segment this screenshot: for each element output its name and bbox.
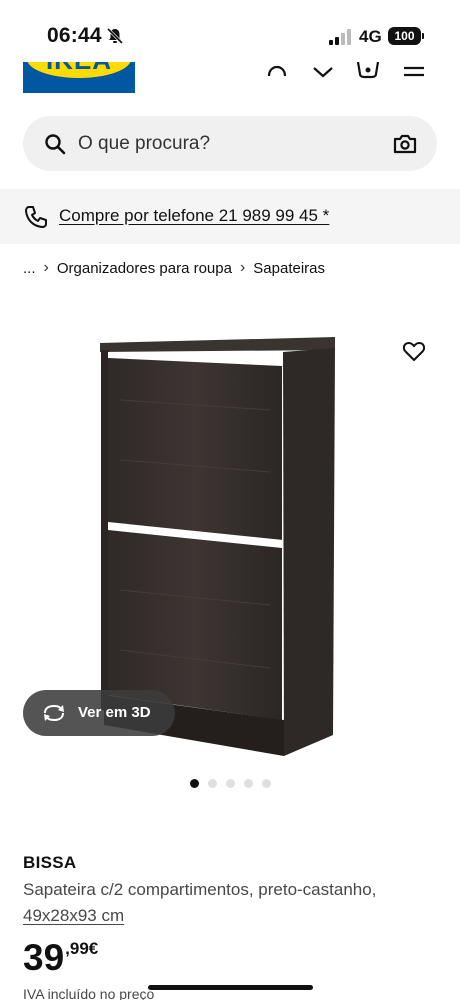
carousel-dots <box>0 779 460 791</box>
ikea-logo[interactable]: IKEA <box>23 62 135 93</box>
product-description: Sapateira c/2 compartimentos, preto-cast… <box>23 880 377 899</box>
camera-search-icon[interactable] <box>393 133 417 155</box>
menu-icon[interactable] <box>401 62 427 82</box>
rotate-3d-icon <box>44 704 64 722</box>
vat-note: IVA incluído no preço <box>23 986 155 1000</box>
carousel-dot-5[interactable] <box>261 779 271 788</box>
breadcrumb-ellipsis[interactable]: ... <box>23 260 36 277</box>
home-indicator[interactable] <box>148 985 313 990</box>
product-image-gallery[interactable]: Ver em 3D <box>0 300 460 770</box>
product-dimensions-link[interactable]: 49x28x93 cm <box>23 906 124 926</box>
basket-icon[interactable] <box>355 62 381 82</box>
carousel-dot-3[interactable] <box>225 779 235 788</box>
price-decimal: ,99€ <box>65 939 99 958</box>
site-header: IKEA <box>0 62 460 100</box>
product-price: 39,99€ <box>23 936 98 980</box>
logo-text: IKEA <box>23 62 135 76</box>
wishlist-heart-icon[interactable] <box>402 340 426 362</box>
product-name: BISSA <box>23 853 77 872</box>
phone-order-banner: Compre por telefone 21 989 99 45 * <box>0 189 460 244</box>
breadcrumb-item-sapateiras[interactable]: Sapateiras <box>253 260 325 277</box>
carousel-dot-4[interactable] <box>243 779 253 788</box>
chevron-right-icon: › <box>43 259 49 277</box>
profile-icon[interactable] <box>264 62 290 82</box>
phone-order-link[interactable]: Compre por telefone 21 989 99 45 * <box>59 206 329 226</box>
search-icon <box>45 134 66 155</box>
carousel-dot-1[interactable] <box>189 779 199 788</box>
carousel-dot-2[interactable] <box>207 779 217 788</box>
battery-indicator: 100 <box>388 27 421 45</box>
battery-tip <box>422 33 424 39</box>
view-in-3d-label: Ver em 3D <box>78 704 151 721</box>
chevron-right-icon: › <box>239 259 246 277</box>
search-input[interactable]: O que procura? <box>78 133 210 155</box>
breadcrumb: ... › Organizadores para roupa › Sapateiras <box>23 259 325 279</box>
bell-muted-icon <box>106 27 124 45</box>
search-bar[interactable]: O que procura? <box>23 116 437 171</box>
status-time: 06:44 <box>47 24 102 47</box>
status-bar: 06:44 4G 100 <box>0 0 460 62</box>
breadcrumb-item-organizadores[interactable]: Organizadores para roupa <box>57 260 232 277</box>
phone-icon <box>25 206 47 228</box>
view-in-3d-button[interactable]: Ver em 3D <box>23 690 175 736</box>
heart-icon[interactable] <box>310 62 336 82</box>
price-integer: 39 <box>23 937 65 978</box>
network-label: 4G <box>359 27 382 46</box>
signal-icon <box>329 29 351 45</box>
